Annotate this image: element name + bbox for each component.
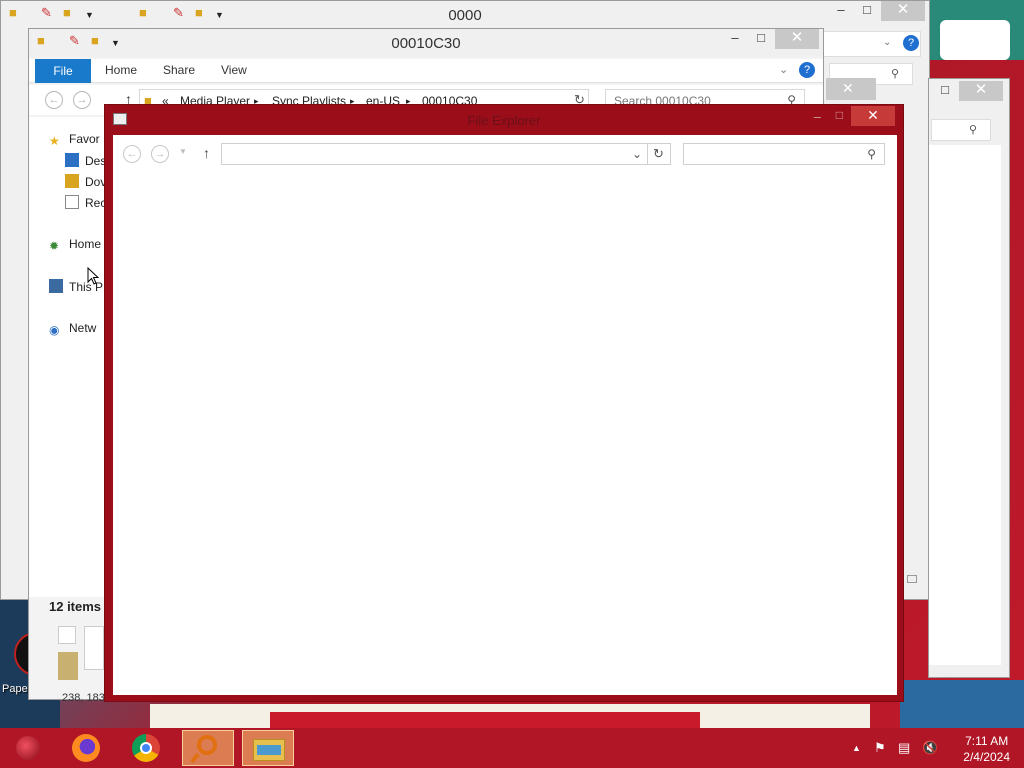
dialog-body: ← → ▼ ↑ ⌄ ↻ ⚲ (113, 135, 897, 695)
nav-item-favorites[interactable]: ★ Favor (49, 132, 100, 148)
wallpaper-art (900, 680, 1024, 728)
homegroup-icon: ✹ (49, 239, 60, 253)
mouse-cursor-icon (87, 267, 99, 285)
downloads-icon (65, 174, 79, 188)
desktop-icon (65, 153, 79, 167)
maximize-button[interactable]: □ (747, 29, 775, 49)
chrome-icon[interactable] (120, 730, 172, 766)
forward-arrow-icon[interactable]: → (151, 145, 169, 163)
search-icon[interactable]: ⚲ (969, 123, 977, 136)
close-button[interactable]: ✕ (775, 29, 819, 49)
wallpaper-art (270, 712, 700, 728)
tab-share[interactable]: Share (163, 63, 195, 77)
close-button[interactable]: ✕ (851, 106, 895, 126)
search-input[interactable] (931, 119, 991, 141)
close-button[interactable]: ✕ (959, 81, 1003, 101)
search-icon[interactable]: ⚲ (891, 67, 899, 80)
minimize-button[interactable]: – (721, 29, 749, 49)
flag-icon[interactable]: ⚑ (874, 740, 886, 756)
nav-item-desktop[interactable]: Des (65, 153, 106, 168)
maximize-button[interactable]: □ (853, 1, 881, 21)
star-icon: ★ (49, 134, 60, 148)
help-icon[interactable]: ? (799, 62, 815, 78)
nav-item-homegroup[interactable]: ✹ Home (49, 237, 101, 253)
forward-arrow-icon[interactable]: → (73, 91, 91, 109)
navigation-pane: ★ Favor Des Dov Rec ✹ Home This P ◉ Netw (29, 117, 109, 597)
up-arrow-icon[interactable]: ↑ (203, 145, 210, 161)
window-titlebar[interactable]: ■ ✎ ■ ▼ 00010C30 – □ ✕ (29, 29, 823, 57)
status-item-count: 12 items (49, 599, 102, 614)
dialog-title: File Explorer (467, 113, 541, 128)
volume-muted-icon[interactable]: 🔇 (922, 740, 938, 756)
back-arrow-icon[interactable]: ← (45, 91, 63, 109)
network-icon: ◉ (49, 323, 60, 337)
chevron-down-icon[interactable]: ⌄ (779, 63, 788, 76)
window-title: 00010C30 (391, 35, 461, 52)
file-explorer-icon[interactable] (242, 730, 294, 766)
nav-item-recent[interactable]: Rec (65, 195, 106, 210)
chevron-down-icon[interactable]: ⌄ (883, 37, 891, 48)
address-input[interactable]: ⌄ ↻ (221, 143, 671, 165)
help-icon[interactable]: ? (903, 35, 919, 51)
minimize-button[interactable]: – (814, 109, 821, 124)
recent-locations-chevron-icon[interactable]: ▼ (179, 147, 187, 156)
file-list-area (929, 145, 1001, 665)
window-title: 0000 (448, 7, 482, 24)
search-icon[interactable]: ⚲ (867, 147, 876, 161)
wallpaper-art (940, 20, 1010, 60)
start-orb-icon[interactable] (2, 730, 54, 766)
close-button[interactable]: ✕ (881, 1, 925, 21)
taskbar-clock[interactable]: 7:11 AM 2/4/2024 (963, 733, 1010, 765)
recent-places-icon (65, 195, 79, 209)
show-hidden-icons-icon[interactable]: ▲ (852, 743, 861, 753)
search-input[interactable]: ⚲ (683, 143, 885, 165)
tab-file[interactable]: File (35, 59, 91, 83)
search-app-icon[interactable] (182, 730, 234, 766)
firefox-icon[interactable] (60, 730, 112, 766)
file-thumbnail[interactable] (58, 652, 78, 680)
chevron-down-icon[interactable]: ⌄ (632, 147, 642, 161)
nav-item-network[interactable]: ◉ Netw (49, 321, 96, 337)
close-button[interactable]: ✕ (826, 78, 876, 100)
view-toggle-icon[interactable] (907, 575, 917, 583)
explorer-window-right[interactable]: □ ✕ ⚲ (928, 78, 1010, 678)
file-thumbnail[interactable] (84, 626, 104, 670)
maximize-button[interactable]: □ (836, 108, 843, 122)
computer-icon (49, 279, 63, 293)
back-arrow-icon[interactable]: ← (123, 145, 141, 163)
maximize-button[interactable]: □ (931, 81, 959, 101)
nav-item-downloads[interactable]: Dov (65, 174, 106, 189)
clock-time: 7:11 AM (965, 734, 1009, 748)
minimize-button[interactable]: – (827, 1, 855, 21)
coordinate-readout: 238, 183 (62, 692, 105, 704)
file-explorer-dialog[interactable]: File Explorer – □ ✕ ← → ▼ ↑ ⌄ ↻ ⚲ (104, 104, 904, 702)
tab-home[interactable]: Home (105, 63, 137, 77)
ribbon-bar: File Home Share View ⌄ ? (29, 59, 823, 83)
network-tray-icon[interactable]: ▤ (898, 740, 910, 756)
refresh-icon[interactable]: ↻ (647, 144, 669, 164)
window-titlebar[interactable]: ■ ✎ ■ ▼ ■ ✎ ■ ▼ 0000 – □ ✕ (1, 1, 929, 29)
clock-date: 2/4/2024 (963, 750, 1010, 764)
tab-view[interactable]: View (221, 63, 247, 77)
file-thumbnail[interactable] (58, 626, 76, 644)
taskbar: ▲ ⚑ ▤ 🔇 7:11 AM 2/4/2024 (0, 728, 1024, 768)
